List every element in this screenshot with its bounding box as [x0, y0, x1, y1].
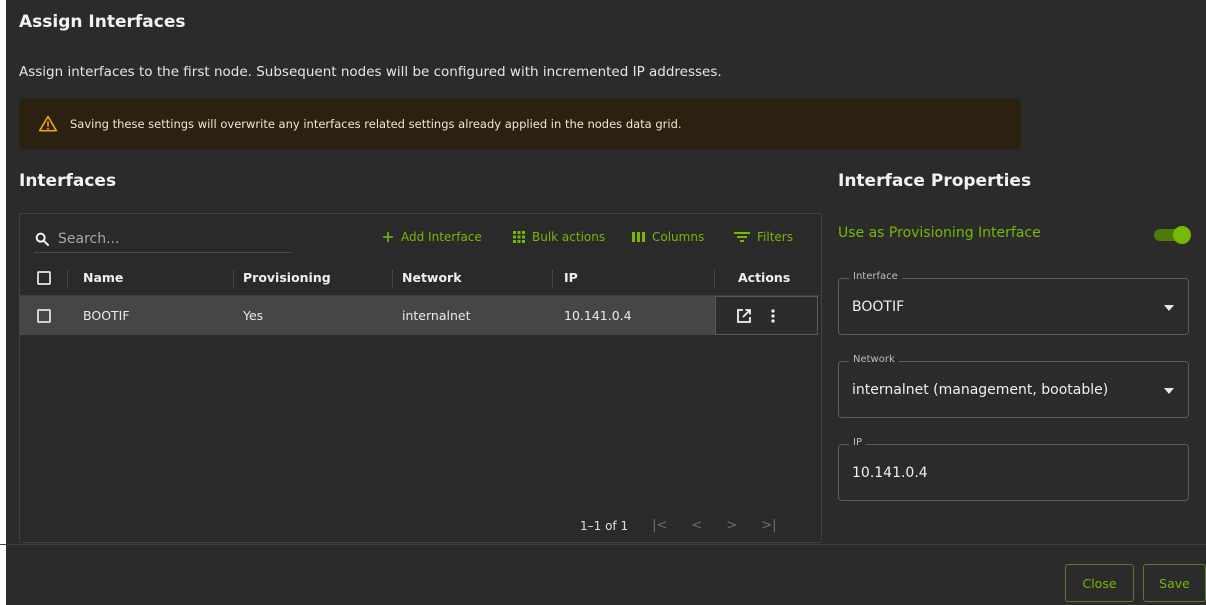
interfaces-data-grid: Add Interface Bulk actions Columns — [19, 213, 822, 543]
table-row[interactable]: BOOTIF Yes internalnet 10.141.0.4 — [20, 296, 818, 335]
save-button[interactable]: Save — [1143, 564, 1206, 602]
columns-label: Columns — [652, 230, 705, 244]
columns-button[interactable]: Columns — [632, 230, 704, 244]
cell-provisioning: Yes — [243, 308, 264, 323]
column-header-actions: Actions — [738, 270, 791, 285]
column-separator — [714, 270, 715, 288]
interface-select[interactable]: Interface BOOTIF — [838, 271, 1189, 335]
ip-field[interactable]: IP 10.141.0.4 — [838, 437, 1189, 501]
column-separator — [233, 270, 234, 288]
grid-header-row: Name Provisioning Network IP Actions — [20, 260, 821, 296]
provisioning-toggle[interactable] — [1153, 225, 1193, 245]
caret-down-icon — [1164, 305, 1174, 311]
assign-interfaces-dialog: Assign Interfaces Assign interfaces to t… — [0, 0, 1206, 605]
column-separator — [67, 270, 68, 288]
row-select-cell — [37, 296, 51, 335]
column-separator — [392, 270, 393, 288]
interface-select-value: BOOTIF — [852, 299, 905, 315]
more-vert-icon[interactable] — [771, 308, 775, 323]
cell-name: BOOTIF — [83, 308, 130, 323]
network-select-value: internalnet (management, bootable) — [852, 382, 1109, 398]
add-interface-label: Add Interface — [401, 230, 482, 244]
search-icon — [35, 232, 49, 246]
warning-banner: Saving these settings will overwrite any… — [19, 99, 1021, 149]
grid-dots-icon — [513, 231, 525, 243]
column-header-name[interactable]: Name — [83, 260, 123, 295]
cell-actions — [715, 296, 818, 335]
network-select[interactable]: Network internalnet (management, bootabl… — [838, 354, 1189, 418]
first-page-icon[interactable]: |< — [652, 518, 667, 533]
cell-ip: 10.141.0.4 — [564, 308, 632, 323]
bulk-actions-button[interactable]: Bulk actions — [513, 230, 605, 244]
search-box — [34, 226, 291, 253]
network-select-label: Network — [849, 354, 899, 365]
properties-section-title: Interface Properties — [838, 171, 1032, 191]
ip-field-value: 10.141.0.4 — [852, 465, 928, 481]
bulk-actions-label: Bulk actions — [532, 230, 606, 244]
open-external-icon[interactable] — [737, 308, 751, 323]
previous-page-icon[interactable]: < — [691, 518, 702, 533]
columns-icon — [632, 232, 645, 242]
cell-network: internalnet — [402, 308, 471, 323]
filter-icon — [734, 232, 750, 242]
column-separator — [552, 270, 553, 288]
column-header-provisioning[interactable]: Provisioning — [243, 260, 331, 295]
warning-icon — [38, 115, 58, 132]
grid-toolbar: Add Interface Bulk actions Columns — [20, 214, 821, 260]
plus-icon — [383, 232, 393, 242]
interface-select-label: Interface — [849, 271, 902, 282]
warning-text: Saving these settings will overwrite any… — [70, 117, 682, 131]
dialog-footer: Close Save — [0, 544, 1206, 605]
pagination-range: 1–1 of 1 — [580, 518, 629, 533]
next-page-icon[interactable]: > — [726, 518, 737, 533]
filters-button[interactable]: Filters — [734, 230, 793, 244]
column-header-ip[interactable]: IP — [564, 260, 578, 295]
ip-field-label: IP — [849, 437, 866, 448]
interfaces-section-title: Interfaces — [19, 171, 117, 191]
pagination: 1–1 of 1 |< < > >| — [580, 518, 776, 533]
provisioning-toggle-label: Use as Provisioning Interface — [838, 225, 1041, 241]
add-interface-button[interactable]: Add Interface — [382, 230, 482, 244]
dialog-description: Assign interfaces to the first node. Sub… — [19, 64, 722, 80]
filters-label: Filters — [757, 230, 793, 244]
close-button[interactable]: Close — [1065, 564, 1134, 602]
page-edge — [0, 0, 6, 605]
search-input[interactable] — [56, 230, 280, 248]
last-page-icon[interactable]: >| — [761, 518, 776, 533]
select-all-cell — [37, 260, 51, 295]
dialog-title: Assign Interfaces — [19, 12, 186, 32]
caret-down-icon — [1164, 388, 1174, 394]
column-header-network[interactable]: Network — [402, 260, 462, 295]
row-checkbox[interactable] — [37, 308, 51, 323]
select-all-checkbox[interactable] — [37, 270, 51, 285]
